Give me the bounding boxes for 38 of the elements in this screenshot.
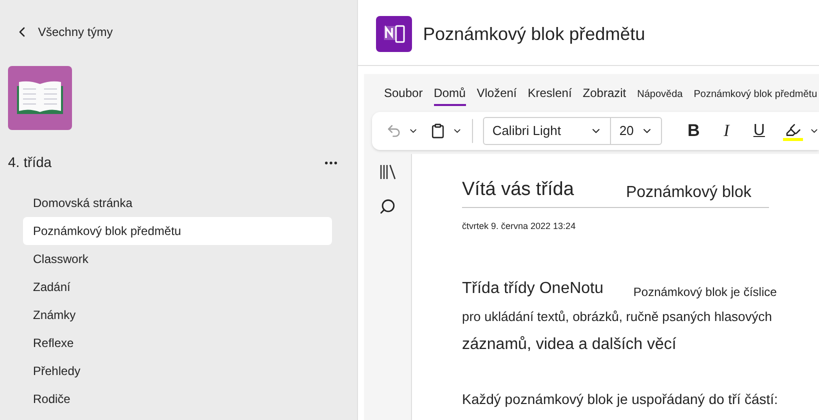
body-text: Každý poznámkový blok je uspořádaný do tří částí: <box>462 390 779 409</box>
ribbon-tab[interactable]: Zobrazit <box>582 84 626 106</box>
undo-icon[interactable] <box>386 122 402 140</box>
paste-icon[interactable] <box>430 122 446 140</box>
notebook-title: Poznámkový blok předmětu <box>423 22 646 46</box>
notebooks-icon[interactable] <box>378 164 396 180</box>
ribbon-tab[interactable]: Soubor <box>384 84 423 106</box>
nav-item[interactable]: Classwork <box>23 245 332 273</box>
highlighter-icon[interactable] <box>784 122 801 138</box>
ribbon-tab[interactable]: Vložení <box>476 84 517 106</box>
ribbon-tab[interactable]: Kreslení <box>528 84 572 106</box>
body-text: záznamů, videa a dalších věcí <box>462 334 678 354</box>
team-name: 4. třída <box>8 153 52 172</box>
bold-button[interactable]: B <box>682 118 706 144</box>
underline-button[interactable]: U <box>748 119 771 143</box>
nav-item[interactable]: Rodiče <box>23 385 332 413</box>
nav-item[interactable]: Poznámkový blok předmětu <box>23 217 332 245</box>
notebook-logo <box>376 16 412 52</box>
nav-item[interactable]: Reflexe <box>23 329 332 357</box>
book-icon <box>15 80 65 116</box>
nav-item[interactable]: Přehledy <box>23 357 332 385</box>
nav-item[interactable]: Zadání <box>23 273 332 301</box>
search-icon[interactable] <box>379 198 396 215</box>
nav-item[interactable]: Domovská stránka <box>23 189 332 217</box>
font-dropdown[interactable]: Calibri Light <box>484 118 612 144</box>
nav-item[interactable]: Známky <box>23 301 332 329</box>
page-title: Vítá vás třída <box>462 178 574 202</box>
body-text: Poznámkový blok je číslice <box>633 284 777 301</box>
italic-button[interactable]: I <box>715 118 738 144</box>
ribbon-tab[interactable]: Nápověda <box>637 87 683 106</box>
page-title: Poznámkový blok <box>626 182 752 202</box>
ribbon-tab[interactable]: Poznámkový blok předmětu <box>694 87 818 106</box>
size-dropdown[interactable]: 20 <box>611 118 662 144</box>
page-date: čtvrtek 9. června 2022 13:24 <box>462 220 577 232</box>
ribbon-tab[interactable]: Domů <box>434 84 466 106</box>
body-text: pro ukládání textů, obrázků, ručně psaných hlasových <box>462 308 774 326</box>
back-link[interactable]: Všechny týmy <box>38 23 113 41</box>
body-text: Třída třídy OneNotu <box>462 279 604 299</box>
